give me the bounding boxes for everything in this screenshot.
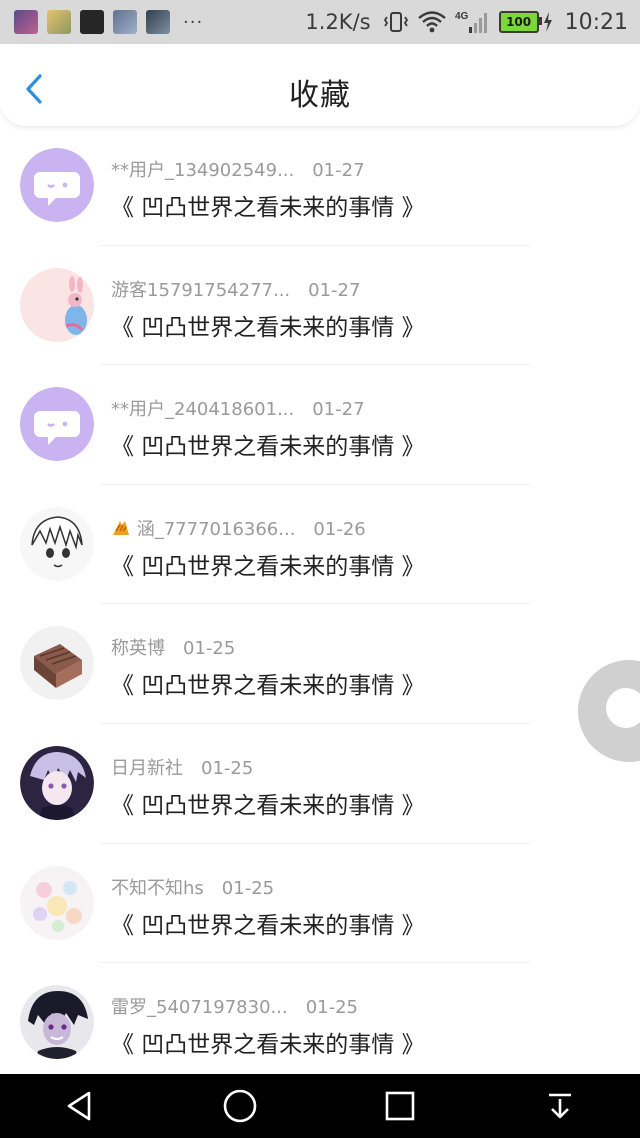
nav-back-button[interactable] xyxy=(58,1084,102,1128)
nav-recents-button[interactable] xyxy=(378,1084,422,1128)
notification-icons: ··· xyxy=(0,10,203,34)
date: 01-25 xyxy=(221,877,275,899)
work-title: 《 凹凸世界之看未来的事情 》 xyxy=(111,314,425,341)
circle-home-icon xyxy=(223,1089,257,1123)
avatar xyxy=(20,506,94,581)
list-item[interactable]: 称英博 01-25 《 凹凸世界之看未来的事情 》 xyxy=(0,604,640,724)
cell-signal-icon: 4G xyxy=(455,9,489,35)
avatar xyxy=(20,387,94,462)
avatar xyxy=(20,985,94,1060)
status-bar: ··· 1.2K/s 4G 100 10:21 xyxy=(0,0,640,44)
date: 01-25 xyxy=(201,757,254,779)
header: 收藏 xyxy=(0,44,640,126)
username: **用户_134902549... xyxy=(111,160,295,181)
triangle-back-icon xyxy=(67,1091,91,1121)
username: 雷罗_5407197830... xyxy=(111,997,288,1019)
work-title: 《 凹凸世界之看未来的事情 》 xyxy=(111,1032,425,1059)
wifi-icon xyxy=(417,10,447,34)
work-title: 《 凹凸世界之看未来的事情 》 xyxy=(111,553,425,580)
date: 01-25 xyxy=(183,638,236,660)
app-notification-icon xyxy=(146,10,170,34)
item-meta: 不知不知hs 01-25 xyxy=(111,874,274,900)
nav-home-button[interactable] xyxy=(218,1084,262,1128)
item-meta: 雷罗_5407197830... 01-25 xyxy=(111,993,358,1019)
square-recents-icon xyxy=(385,1091,415,1121)
username: 日月新社 xyxy=(111,757,183,779)
app-notification-icon xyxy=(80,10,104,34)
nav-notification-shade-button[interactable] xyxy=(538,1084,582,1128)
app-notification-icon xyxy=(47,10,71,34)
charging-icon xyxy=(543,12,553,32)
list-item[interactable]: 雷罗_5407197830... 01-25 《 凹凸世界之看未来的事情 》 xyxy=(0,963,640,1083)
username: 称英博 xyxy=(111,638,165,660)
avatar xyxy=(20,267,94,342)
network-type: 4G xyxy=(455,11,469,22)
work-title: 《 凹凸世界之看未来的事情 》 xyxy=(111,434,425,461)
item-meta: 游客15791754277... 01-27 xyxy=(111,276,360,302)
app-notification-icon xyxy=(14,10,38,34)
status-right: 1.2K/s 4G 100 10:21 xyxy=(305,9,640,35)
date: 01-27 xyxy=(312,399,365,421)
item-meta: **用户_240418601... 01-27 xyxy=(111,395,365,421)
date: 01-25 xyxy=(305,997,358,1019)
username: 不知不知hs xyxy=(111,877,204,899)
item-meta: 称英博 01-25 xyxy=(111,634,235,660)
date: 01-26 xyxy=(313,518,366,540)
username: **用户_240418601... xyxy=(111,399,295,421)
date: 01-27 xyxy=(308,279,361,301)
avatar xyxy=(20,148,94,222)
username: 游客15791754277... xyxy=(111,279,291,301)
pull-down-icon xyxy=(549,1093,571,1119)
avatar xyxy=(20,626,94,701)
app-notification-icon xyxy=(113,10,137,34)
item-meta: **用户_134902549... 01-27 xyxy=(111,156,365,182)
item-meta: 日月新社 01-25 xyxy=(111,754,253,780)
username: 涵_7777016366... xyxy=(136,518,296,540)
screen: ··· 1.2K/s 4G 100 10:21 收藏 **用户_13490254… xyxy=(0,0,640,1138)
list-item[interactable]: **用户_240418601... 01-27 《 凹凸世界之看未来的事情 》 xyxy=(0,365,640,485)
date: 01-27 xyxy=(312,160,365,181)
more-notifications-icon: ··· xyxy=(183,11,204,33)
navigation-bar xyxy=(0,1074,640,1138)
page-title: 收藏 xyxy=(289,78,351,113)
list-item[interactable]: **用户_134902549... 01-27 《 凹凸世界之看未来的事情 》 xyxy=(0,126,640,246)
battery-icon: 100 xyxy=(498,11,542,33)
list-item[interactable]: 涵_7777016366... 01-26 《 凹凸世界之看未来的事情 》 xyxy=(0,485,640,605)
clock: 10:21 xyxy=(564,9,628,35)
avatar xyxy=(20,865,94,940)
list-item[interactable]: 日月新社 01-25 《 凹凸世界之看未来的事情 》 xyxy=(0,724,640,844)
pinecone-emoji-icon xyxy=(111,519,137,540)
favorites-list: **用户_134902549... 01-27 《 凹凸世界之看未来的事情 》 游 xyxy=(0,126,640,1083)
work-title: 《 凹凸世界之看未来的事情 》 xyxy=(111,792,425,819)
net-speed: 1.2K/s xyxy=(305,10,371,34)
floating-button-center xyxy=(606,688,640,728)
work-title: 《 凹凸世界之看未来的事情 》 xyxy=(111,912,425,939)
list-item[interactable]: 不知不知hs 01-25 《 凹凸世界之看未来的事情 》 xyxy=(0,844,640,964)
vibrate-icon xyxy=(383,10,409,34)
list-item[interactable]: 游客15791754277... 01-27 《 凹凸世界之看未来的事情 》 xyxy=(0,246,640,366)
work-title: 《 凹凸世界之看未来的事情 》 xyxy=(111,195,425,221)
item-meta: 涵_7777016366... 01-26 xyxy=(111,515,366,541)
work-title: 《 凹凸世界之看未来的事情 》 xyxy=(111,673,425,700)
avatar xyxy=(20,745,94,820)
